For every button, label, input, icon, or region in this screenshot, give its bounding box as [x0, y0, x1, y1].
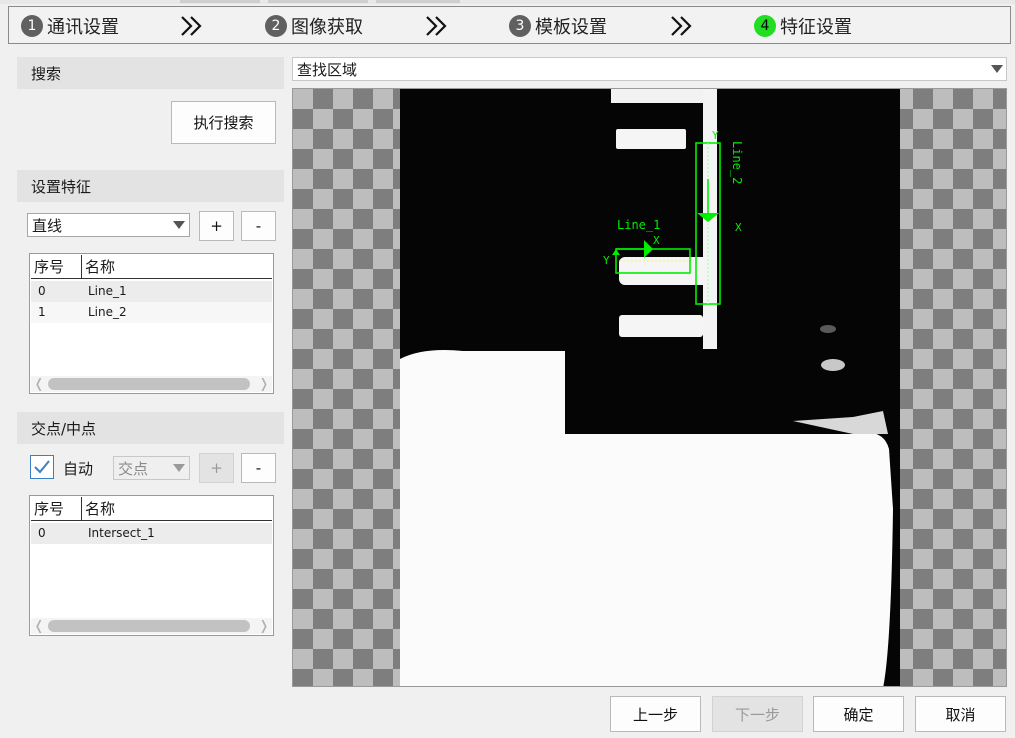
axis-y-label: Y [603, 254, 610, 267]
table-header: 序号 名称 [31, 255, 272, 279]
chevron-right-icon [426, 16, 447, 36]
ok-button[interactable]: 确定 [813, 696, 904, 732]
remove-feature-button[interactable]: - [241, 211, 276, 241]
step-number-3: 3 [509, 15, 531, 37]
row-name: Intersect_1 [88, 526, 155, 540]
col-index-header[interactable]: 序号 [31, 497, 82, 520]
feature-table: 序号 名称 0 Line_1 1 Line_2 ❬ ❭ [29, 253, 274, 394]
auto-checkbox[interactable] [30, 455, 54, 479]
search-section-header: 搜索 [17, 57, 284, 89]
intersect-table: 序号 名称 0 Intersect_1 ❬ ❭ [29, 495, 274, 636]
chevron-right-icon [181, 16, 202, 36]
step-label: 特征设置 [780, 17, 852, 38]
scrollbar-thumb[interactable] [48, 378, 250, 390]
line2-label: Line_2 [730, 141, 744, 184]
axis-x-label: X [653, 234, 660, 247]
cancel-button[interactable]: 取消 [915, 696, 1006, 732]
row-index: 1 [38, 305, 46, 319]
auto-label: 自动 [63, 460, 94, 478]
step-number-1: 1 [21, 15, 43, 37]
scroll-left-icon[interactable]: ❬ [31, 618, 47, 634]
scrollbar-thumb[interactable] [48, 620, 250, 632]
intersect-section-header: 交点/中点 [17, 412, 284, 444]
axis-x-label: X [735, 221, 742, 234]
add-intersect-button[interactable]: + [199, 453, 234, 483]
intersect-mode-value: 交点 [118, 459, 149, 478]
table-row[interactable]: 1 Line_2 [31, 302, 272, 323]
step-number-2: 2 [265, 15, 287, 37]
row-name: Line_2 [88, 305, 127, 319]
chevron-right-icon [671, 16, 692, 36]
step-label: 图像获取 [291, 17, 363, 38]
intersect-mode-select[interactable]: 交点 [113, 456, 190, 480]
table-row[interactable]: 0 Line_1 [31, 281, 272, 302]
scroll-right-icon[interactable]: ❭ [256, 618, 272, 634]
add-feature-button[interactable]: + [199, 211, 234, 241]
prev-step-button[interactable]: 上一步 [610, 696, 701, 732]
step-number-4: 4 [754, 15, 776, 37]
checkmark-icon [34, 460, 50, 474]
image-view[interactable]: Line_2 Y X Line_1 X Y [292, 88, 1007, 687]
feature-type-select[interactable]: 直线 [27, 213, 190, 237]
step-template[interactable]: 3 模板设置 [509, 7, 607, 45]
step-communication[interactable]: 1 通讯设置 [21, 7, 119, 45]
row-index: 0 [38, 526, 46, 540]
dropdown-arrow-icon [173, 221, 185, 229]
col-index-header[interactable]: 序号 [31, 255, 82, 278]
row-index: 0 [38, 284, 46, 298]
row-name: Line_1 [88, 284, 127, 298]
next-step-button[interactable]: 下一步 [712, 696, 803, 732]
wizard-stepper: 1 通讯设置 2 图像获取 3 模板设置 4 特征设置 [8, 6, 1011, 44]
dropdown-arrow-icon [173, 464, 185, 472]
table-row[interactable]: 0 Intersect_1 [31, 523, 272, 544]
step-label: 通讯设置 [47, 17, 119, 38]
horizontal-scrollbar[interactable]: ❬ ❭ [31, 618, 272, 634]
execute-search-button[interactable]: 执行搜索 [171, 101, 276, 144]
step-features[interactable]: 4 特征设置 [754, 7, 852, 45]
step-image-acquisition[interactable]: 2 图像获取 [265, 7, 363, 45]
scroll-right-icon[interactable]: ❭ [256, 376, 272, 392]
axis-y-label: Y [712, 129, 719, 142]
search-region-select[interactable]: 查找区域 [292, 57, 1007, 81]
camera-image: Line_2 Y X Line_1 X Y [400, 89, 900, 686]
feature-type-value: 直线 [32, 216, 63, 235]
scroll-left-icon[interactable]: ❬ [31, 376, 47, 392]
remove-intersect-button[interactable]: - [241, 453, 276, 483]
dropdown-arrow-icon [991, 65, 1003, 73]
step-label: 模板设置 [535, 17, 607, 38]
horizontal-scrollbar[interactable]: ❬ ❭ [31, 376, 272, 392]
search-region-value: 查找区域 [297, 60, 358, 79]
col-name-header[interactable]: 名称 [82, 255, 272, 278]
col-name-header[interactable]: 名称 [82, 497, 272, 520]
window-top-strip [0, 0, 1015, 4]
features-section-header: 设置特征 [17, 170, 284, 202]
line1-label: Line_1 [617, 218, 660, 232]
table-header: 序号 名称 [31, 497, 272, 521]
